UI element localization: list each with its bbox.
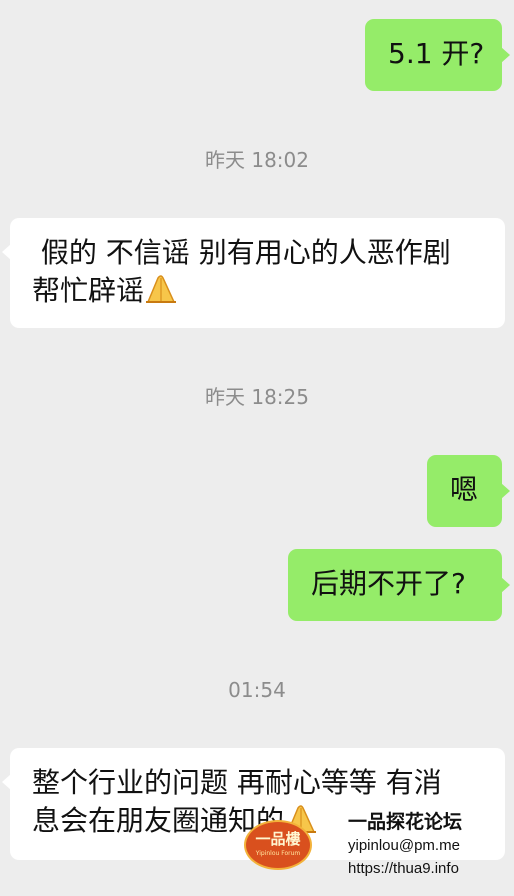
- chat-timestamp: 昨天 18:02: [205, 148, 309, 172]
- message-text: 后期不开了?: [311, 567, 466, 600]
- sent-message-bubble[interactable]: 后期不开了?: [288, 549, 510, 621]
- message-text-line: 假的 不信谣 别有用心的人恶作剧: [32, 236, 451, 269]
- message-text: 嗯: [450, 473, 479, 506]
- chat-timestamp: 01:54: [228, 678, 286, 702]
- message-text-line: 帮忙辟谣: [32, 272, 495, 310]
- message-text: 帮忙辟谣: [32, 274, 145, 307]
- message-text-line: 整个行业的问题 再耐心等等 有消: [32, 766, 442, 799]
- watermark-title: 一品探花论坛: [348, 811, 463, 833]
- watermark-email: yipinlou@pm.me: [348, 837, 460, 854]
- sent-message-bubble[interactable]: 嗯: [427, 455, 510, 527]
- forum-logo: 一品樓 Yipinlou Forum: [244, 820, 312, 870]
- received-message-bubble[interactable]: 假的 不信谣 别有用心的人恶作剧 帮忙辟谣: [2, 218, 505, 328]
- forum-watermark: 一品樓 Yipinlou Forum 一品探花论坛 yipinlou@pm.me…: [244, 806, 514, 896]
- message-text: 5.1 开?: [388, 37, 485, 70]
- forum-logo-subtext: Yipinlou Forum: [255, 850, 301, 857]
- chat-timestamp: 昨天 18:25: [205, 385, 309, 409]
- sent-message-bubble[interactable]: 5.1 开?: [365, 19, 510, 91]
- watermark-url: https://thua9.info: [348, 860, 459, 877]
- folded-hands-emoji-icon: [146, 275, 177, 303]
- forum-logo-text: 一品樓: [255, 830, 301, 848]
